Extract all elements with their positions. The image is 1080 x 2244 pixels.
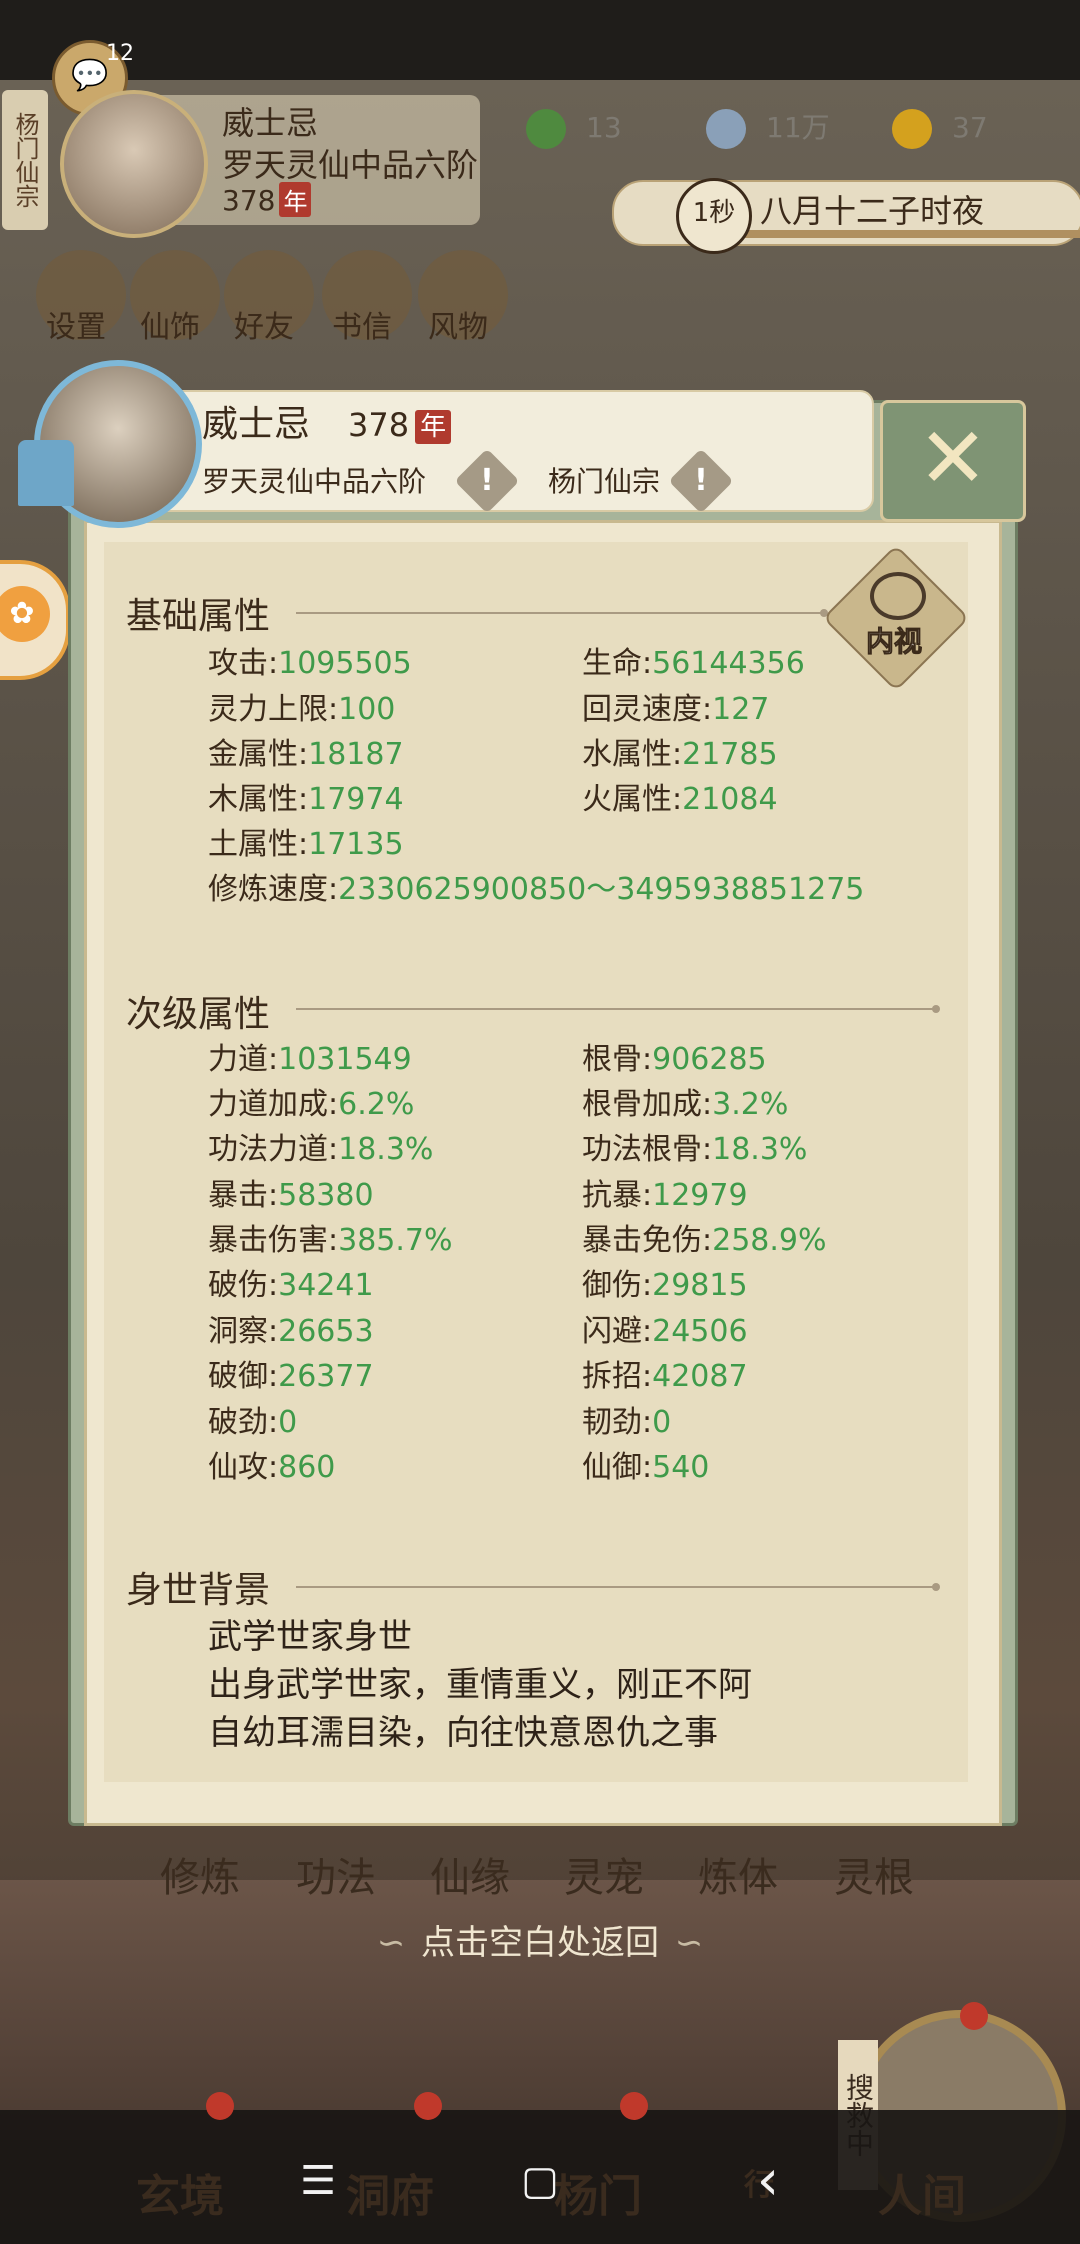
gift-icon: ✿ bbox=[0, 586, 50, 642]
section-divider bbox=[296, 609, 828, 617]
trophy-icon bbox=[892, 109, 932, 149]
notification-dot bbox=[960, 2002, 988, 2030]
player-age: 378 年 bbox=[222, 182, 312, 217]
close-icon: ✕ bbox=[917, 409, 989, 507]
attr-crit: 暴击:58380 bbox=[208, 1178, 374, 1213]
sect-info-icon[interactable]: ! bbox=[668, 448, 734, 514]
leaf-icon bbox=[526, 109, 566, 149]
section-title-background: 身世背景 bbox=[126, 1570, 271, 1611]
nav-cave[interactable]: 洞府 bbox=[346, 2160, 434, 2224]
inner-view-label[interactable]: 内视 bbox=[844, 620, 944, 660]
attr-insight: 洞察:26653 bbox=[208, 1314, 374, 1349]
attr-immortal-attack: 仙攻:860 bbox=[208, 1450, 336, 1485]
dialog-player-name: 威士忌 bbox=[202, 404, 311, 445]
attr-wood: 木属性:17974 bbox=[208, 782, 404, 817]
sect-side-tag[interactable]: 杨门仙宗 bbox=[2, 90, 48, 230]
attr-attack: 攻击:1095505 bbox=[208, 646, 412, 681]
game-time: 八月十二子时夜 bbox=[760, 192, 985, 230]
attr-fire: 火属性:21084 bbox=[582, 782, 778, 817]
section-title-basic: 基础属性 bbox=[126, 596, 271, 637]
attr-hp: 生命:56144356 bbox=[582, 646, 805, 681]
home-icon[interactable]: ▢ bbox=[510, 2156, 570, 2206]
background-line: 武学世家身世 bbox=[208, 1617, 412, 1657]
attr-strength: 力道:1031549 bbox=[208, 1042, 412, 1077]
section-divider bbox=[296, 1583, 940, 1591]
return-hint[interactable]: ∽ 点击空白处返回 ∽ bbox=[0, 1918, 1080, 1968]
tab-body[interactable]: 炼体 bbox=[698, 1845, 778, 1903]
menu-label-settings[interactable]: 设置 bbox=[46, 302, 106, 346]
tab-fate[interactable]: 仙缘 bbox=[430, 1845, 510, 1903]
coin-icon bbox=[706, 109, 746, 149]
close-button[interactable]: ✕ bbox=[880, 400, 1026, 522]
eye-icon bbox=[870, 572, 926, 620]
attr-crit-damage-reduction: 暴击免伤:258.9% bbox=[582, 1223, 827, 1258]
attr-strength-bonus: 力道加成:6.2% bbox=[208, 1087, 415, 1122]
attr-spirit-regen: 回灵速度:127 bbox=[582, 692, 770, 727]
section-divider bbox=[296, 1005, 940, 1013]
attr-crit-resist: 抗暴:12979 bbox=[582, 1178, 748, 1213]
time-speed-badge[interactable]: 1秒 bbox=[676, 178, 752, 254]
attr-dodge: 闪避:24506 bbox=[582, 1314, 748, 1349]
attr-constitution-bonus: 根骨加成:3.2% bbox=[582, 1087, 789, 1122]
attr-damage-resist: 御伤:29815 bbox=[582, 1268, 748, 1303]
section-title-secondary: 次级属性 bbox=[126, 994, 271, 1035]
pavilion-icon bbox=[18, 440, 74, 506]
attr-break-defense: 破御:26377 bbox=[208, 1359, 374, 1394]
attr-break-tenacity: 破劲:0 bbox=[208, 1405, 298, 1440]
attr-cultivation-speed: 修炼速度:2330625900850～3495938851275 bbox=[208, 872, 865, 907]
dialog-player-rank: 罗天灵仙中品六阶 bbox=[202, 465, 427, 498]
dialog-player-age: 378 年 bbox=[348, 400, 452, 450]
tab-cultivation[interactable]: 修炼 bbox=[160, 1845, 240, 1903]
attr-crit-damage: 暴击伤害:385.7% bbox=[208, 1223, 453, 1258]
resource-trophy[interactable]: 37 bbox=[892, 98, 988, 158]
back-icon[interactable]: ‹ bbox=[738, 2153, 798, 2209]
attr-earth: 土属性:17135 bbox=[208, 827, 404, 862]
tab-pet[interactable]: 灵宠 bbox=[564, 1845, 644, 1903]
attr-tenacity: 韧劲:0 bbox=[582, 1405, 672, 1440]
dialog-player-sect: 杨门仙宗 bbox=[548, 465, 661, 498]
menu-label-scenery[interactable]: 风物 bbox=[428, 302, 488, 346]
resource-coin[interactable]: 11万 bbox=[706, 98, 830, 158]
notification-dot bbox=[620, 2092, 648, 2120]
resource-leaf[interactable]: 13 bbox=[526, 98, 622, 158]
attr-water: 水属性:21785 bbox=[582, 737, 778, 772]
attr-skill-constitution: 功法根骨:18.3% bbox=[582, 1132, 808, 1167]
tab-root[interactable]: 灵根 bbox=[834, 1845, 914, 1903]
tab-skills[interactable]: 功法 bbox=[296, 1845, 376, 1903]
attr-skill-strength: 功法力道:18.3% bbox=[208, 1132, 434, 1167]
attr-metal: 金属性:18187 bbox=[208, 737, 404, 772]
rank-info-icon[interactable]: ! bbox=[454, 448, 520, 514]
nav-mystic-realm[interactable]: 玄境 bbox=[136, 2160, 224, 2224]
attr-pierce: 破伤:34241 bbox=[208, 1268, 374, 1303]
background-line: 出身武学世家，重情重义，刚正不阿 bbox=[208, 1665, 752, 1705]
attr-parry: 拆招:42087 bbox=[582, 1359, 748, 1394]
attr-constitution: 根骨:906285 bbox=[582, 1042, 767, 1077]
background-line: 自幼耳濡目染，向往快意恩仇之事 bbox=[208, 1713, 718, 1753]
player-avatar[interactable] bbox=[60, 90, 208, 238]
attr-spirit-cap: 灵力上限:100 bbox=[208, 692, 396, 727]
status-bar-area bbox=[0, 0, 1080, 80]
menu-label-letter[interactable]: 书信 bbox=[332, 302, 392, 346]
nav-mortal-world[interactable]: 人间 bbox=[878, 2160, 966, 2224]
player-name: 威士忌 bbox=[222, 104, 319, 142]
notification-dot bbox=[206, 2092, 234, 2120]
player-rank: 罗天灵仙中品六阶 bbox=[222, 146, 479, 184]
menu-label-friends[interactable]: 好友 bbox=[234, 302, 294, 346]
notification-dot bbox=[414, 2092, 442, 2120]
attr-immortal-defense: 仙御:540 bbox=[582, 1450, 710, 1485]
chat-count-badge: 12 bbox=[106, 41, 134, 66]
menu-icon[interactable]: ☰ bbox=[288, 2156, 348, 2206]
menu-label-ornament[interactable]: 仙饰 bbox=[140, 302, 200, 346]
